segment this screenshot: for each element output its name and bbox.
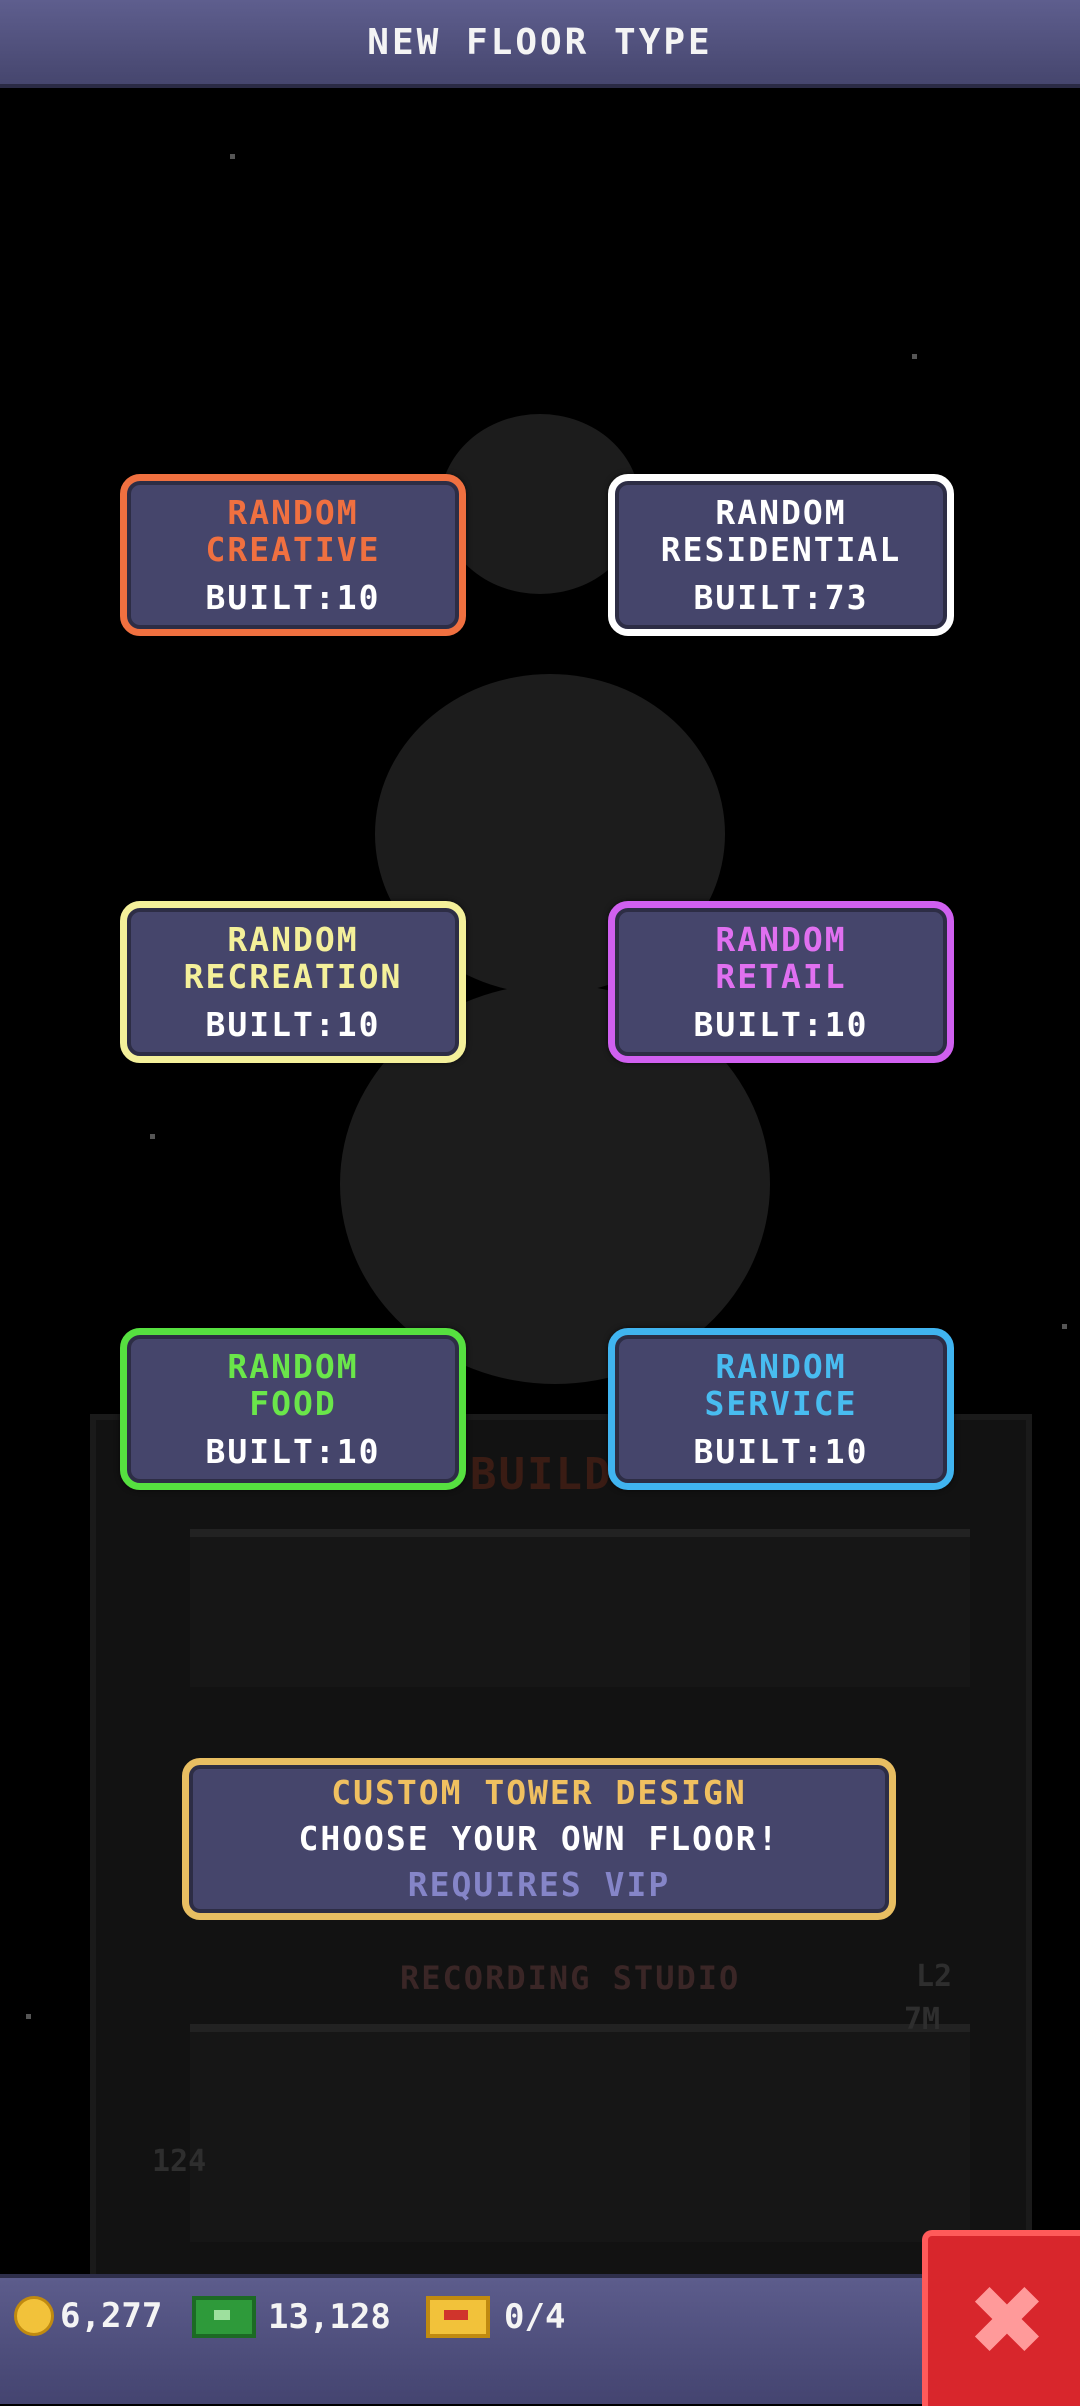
vip-requirement: REQUIRES VIP: [407, 1865, 671, 1904]
built-count: BUILT:10: [205, 577, 381, 617]
floor-type-name: RANDOM RECREATION: [183, 919, 403, 996]
status-bar: [0, 2274, 1080, 2404]
tower-floor: [190, 1529, 970, 1687]
floor-name-label: RECORDING STUDIO: [400, 1959, 741, 1997]
star: [912, 354, 917, 359]
page-title: NEW FLOOR TYPE: [367, 21, 713, 63]
title-bar: NEW FLOOR TYPE: [0, 0, 1080, 88]
ticket-icon: [426, 2296, 490, 2338]
background-scene: BUILD RECORDING STUDIO L2 7M 124: [0, 84, 1080, 2274]
floor-type-name: RANDOM RESIDENTIAL: [660, 492, 902, 569]
floor-type-random-service[interactable]: RANDOM SERVICE BUILT:10: [608, 1328, 954, 1490]
star: [230, 154, 235, 159]
vip-tickets-stat: 0/4: [426, 2296, 565, 2338]
money-label: 7M: [904, 2002, 941, 2037]
floor-type-random-retail[interactable]: RANDOM RETAIL BUILT:10: [608, 901, 954, 1063]
floor-type-random-food[interactable]: RANDOM FOOD BUILT:10: [120, 1328, 466, 1490]
cash-icon: [192, 2296, 256, 2338]
built-count: BUILT:10: [205, 1004, 381, 1044]
custom-tower-design-button[interactable]: CUSTOM TOWER DESIGN CHOOSE YOUR OWN FLOO…: [182, 1758, 896, 1920]
floor-type-name: RANDOM SERVICE: [704, 1346, 858, 1423]
floor-type-name: RANDOM FOOD: [227, 1346, 359, 1423]
floor-type-name: RANDOM CREATIVE: [205, 492, 381, 569]
coin-icon: [14, 2296, 54, 2336]
built-count: BUILT:10: [693, 1431, 869, 1471]
bux-value: 13,128: [268, 2297, 391, 2337]
floor-type-random-creative[interactable]: RANDOM CREATIVE BUILT:10: [120, 474, 466, 636]
star: [1062, 1324, 1067, 1329]
floor-type-random-residential[interactable]: RANDOM RESIDENTIAL BUILT:73: [608, 474, 954, 636]
built-count: BUILT:10: [205, 1431, 381, 1471]
construction-sign: BUILD: [470, 1449, 613, 1500]
star: [26, 2014, 31, 2019]
floor-type-random-recreation[interactable]: RANDOM RECREATION BUILT:10: [120, 901, 466, 1063]
floor-number: 124: [152, 2144, 207, 2179]
star: [150, 1134, 155, 1139]
bux-stat: 13,128: [192, 2296, 391, 2338]
level-label: L2: [916, 1959, 953, 1994]
built-count: BUILT:10: [693, 1004, 869, 1044]
close-button[interactable]: ✖: [922, 2230, 1080, 2406]
coins-stat: 6,277: [14, 2296, 162, 2336]
close-icon: ✖: [966, 2265, 1048, 2377]
tower-floor: [190, 2024, 970, 2242]
custom-tower-subtitle: CHOOSE YOUR OWN FLOOR!: [298, 1819, 780, 1858]
custom-tower-title: CUSTOM TOWER DESIGN: [331, 1773, 747, 1812]
coins-value: 6,277: [60, 2296, 163, 2336]
floor-type-name: RANDOM RETAIL: [715, 919, 847, 996]
vip-tickets-value: 0/4: [504, 2297, 566, 2337]
built-count: BUILT:73: [693, 577, 869, 617]
